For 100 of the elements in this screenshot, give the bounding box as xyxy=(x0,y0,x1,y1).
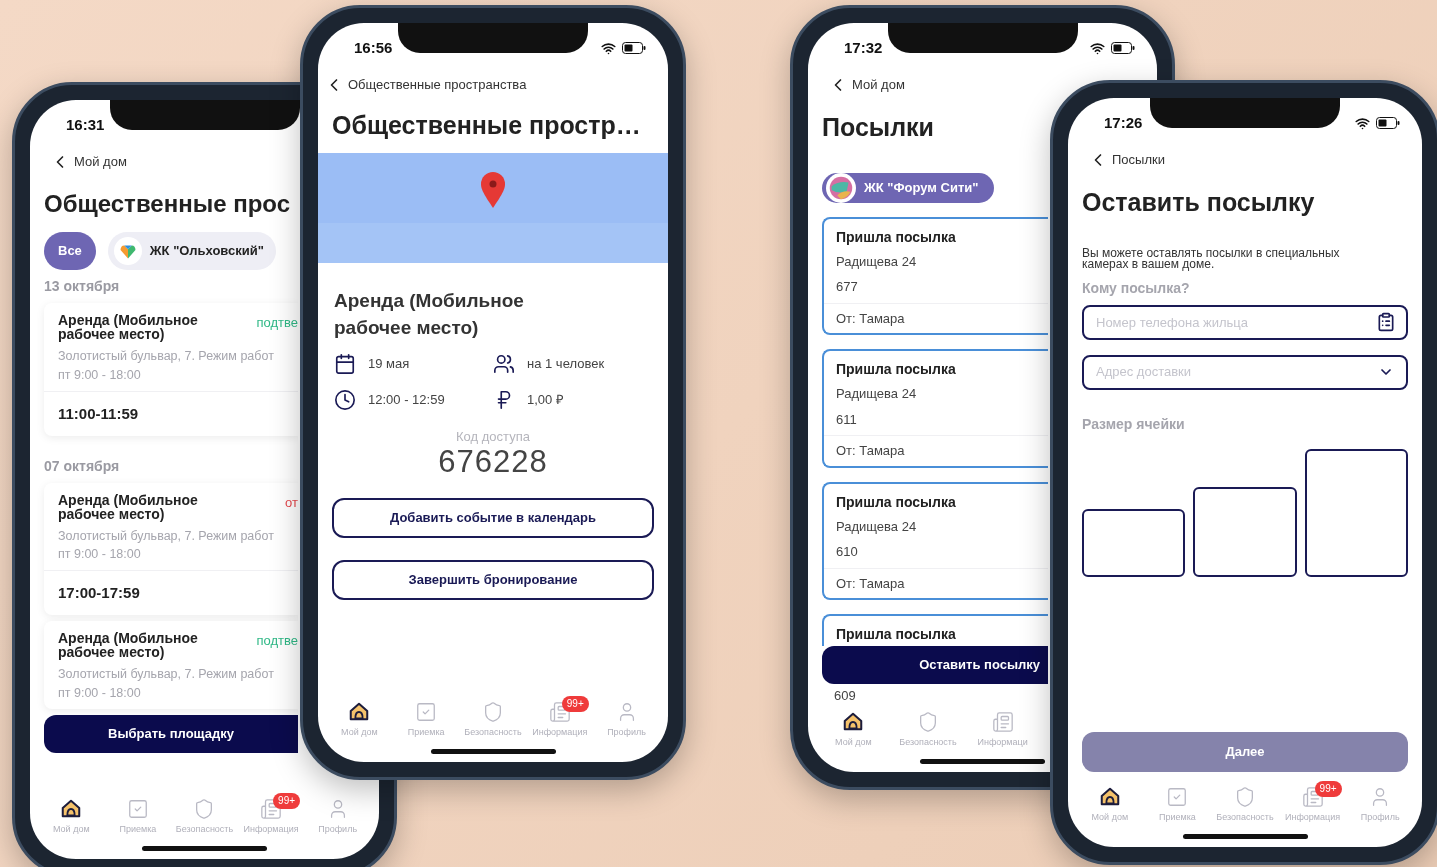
count-badge: 99+ xyxy=(1314,780,1342,797)
filter-chip[interactable]: ЖК "Ольховский" xyxy=(107,232,276,270)
count-badge: 99+ xyxy=(273,792,301,809)
recipient-label: Кому посылка? xyxy=(1082,278,1190,298)
parcel-address: Радищева 24 xyxy=(835,385,918,403)
booking-detail: на 1 человек xyxy=(527,354,605,373)
contact-icon[interactable] xyxy=(1376,311,1396,332)
nav-tab[interactable]: Информаци xyxy=(970,710,1035,749)
back-link[interactable]: Мой дом xyxy=(852,75,905,95)
parcel-number: 677 xyxy=(835,278,859,296)
parcel-address: Радищева 24 xyxy=(835,517,918,536)
status-time: 17:26 xyxy=(1104,112,1143,133)
parcel-title: Пришла посылка xyxy=(835,492,957,512)
parcel-title: Пришла посылка xyxy=(835,360,957,379)
nav-tab[interactable]: Приемка xyxy=(394,700,459,739)
access-code: 676228 xyxy=(438,446,548,478)
date-heading: 13 октября xyxy=(44,277,120,296)
back-link[interactable]: Общественные пространства xyxy=(348,75,527,95)
back-link[interactable]: Мой дом xyxy=(74,152,127,172)
battery-icon xyxy=(1111,42,1135,54)
outline-button[interactable]: Добавить событие в календарь xyxy=(332,498,654,538)
parcel-number: 611 xyxy=(835,410,858,429)
wifi-icon xyxy=(1355,115,1370,131)
count-badge: 99+ xyxy=(561,695,589,712)
booking-status: подтве xyxy=(256,314,298,332)
parcel-title: Пришла посылка xyxy=(835,227,957,247)
nav-tab[interactable]: Мой дом xyxy=(1077,785,1142,824)
nav-tab[interactable]: Безопасность xyxy=(896,710,960,749)
logo-icon xyxy=(113,237,142,265)
booking-hours: пт 9:00 - 18:00 xyxy=(58,684,141,702)
wifi-icon xyxy=(1090,40,1105,56)
time-slot: 11:00-11:59 xyxy=(58,404,139,422)
page-title: Общественные прос xyxy=(44,189,290,219)
code-label: Код доступа xyxy=(456,427,530,446)
people-icon xyxy=(493,352,515,375)
parcel-address: Радищева 24 xyxy=(835,252,918,271)
page-title: Оставить посылку xyxy=(1082,187,1316,218)
booking-title: Аренда (Мобильное рабочее место) xyxy=(58,313,199,341)
booking-card[interactable]: Аренда (Мобильное рабочее место) подтве Золотистый бульвар, 7. Режим работ пт 9:00 - 18:00 11:00-11:59 xyxy=(44,303,298,436)
complex-chip[interactable]: ЖК "Форум Сити" xyxy=(822,172,995,203)
clock-icon xyxy=(334,388,356,411)
nav-tab[interactable]: Безопасность xyxy=(461,700,525,739)
booking-card[interactable]: Аренда (Мобильное рабочее место) от Золотистый бульвар, 7. Режим работ пт 9:00 - 18:00 17:00-17:59 xyxy=(44,482,298,615)
booking-status: подтве xyxy=(256,632,298,650)
booking-address: Золотистый бульвар, 7. Режим работ xyxy=(58,527,274,545)
nav-tab[interactable]: Приемка xyxy=(1145,785,1210,824)
filter-chip[interactable]: Все xyxy=(44,232,96,270)
calendar-icon xyxy=(334,352,356,375)
parcel-sender: От: Тамара xyxy=(824,302,1048,333)
parcel-sender: От: Тамара xyxy=(824,567,1048,598)
size-label: Размер ячейки xyxy=(1082,414,1185,434)
parcel-sender: От: Тамара xyxy=(824,435,1048,466)
status-time: 16:56 xyxy=(354,37,393,58)
booking-hours: пт 9:00 - 18:00 xyxy=(58,546,141,564)
booking-title: Аренда (Мобильное рабочее место) xyxy=(58,631,199,659)
logo-icon xyxy=(826,172,856,203)
cell-size-option[interactable] xyxy=(1304,448,1408,577)
nav-tab[interactable]: Мой дом xyxy=(39,797,104,836)
booking-detail: 19 мая xyxy=(368,354,410,373)
wifi-icon xyxy=(601,40,616,56)
booking-title: Аренда (Мобильное рабочее место) xyxy=(333,288,525,340)
booking-address: Золотистый бульвар, 7. Режим работ xyxy=(58,348,274,365)
outline-button[interactable]: Завершить бронирование xyxy=(332,560,654,600)
status-time: 17:32 xyxy=(844,37,883,58)
description-text: Вы можете оставлять посылки в специальных камерах в вашем доме. xyxy=(1082,247,1341,270)
booking-card[interactable]: Аренда (Мобильное рабочее место) подтве Золотистый бульвар, 7. Режим работ пт 9:00 - 18:00 xyxy=(44,621,298,709)
parcel-title: Пришла посылка xyxy=(836,626,956,642)
parcel-card[interactable]: Пришла посылка Радищева 24 677 От: Тамара xyxy=(822,216,1048,335)
booking-address: Золотистый бульвар, 7. Режим работ xyxy=(58,666,274,683)
nav-tab[interactable]: Профиль xyxy=(594,700,659,739)
parcel-card[interactable]: Пришла посылка Радищева 24 610 От: Тамара xyxy=(822,481,1048,600)
battery-icon xyxy=(622,42,646,54)
cell-size-option[interactable] xyxy=(1082,508,1186,577)
nav-tab[interactable]: Мой дом xyxy=(327,700,392,739)
nav-tab[interactable]: Безопасность xyxy=(172,797,237,836)
booking-hours: пт 9:00 - 18:00 xyxy=(58,366,141,384)
phone-input[interactable]: Номер телефона жильца xyxy=(1082,304,1408,340)
time-slot: 17:00-17:59 xyxy=(58,584,140,601)
nav-tab[interactable]: Безопасность xyxy=(1213,785,1277,824)
parcel-card[interactable]: Пришла посылка Радищева 24 611 От: Тамара xyxy=(822,349,1048,468)
back-link[interactable]: Посылки xyxy=(1112,150,1165,170)
nav-tab[interactable]: Приемка xyxy=(105,797,170,836)
booking-title: Аренда (Мобильное рабочее место) xyxy=(58,492,199,521)
status-time: 16:31 xyxy=(66,114,105,135)
nav-tab[interactable]: Профиль xyxy=(1348,785,1413,824)
booking-detail: 1,00 ₽ xyxy=(527,390,564,409)
booking-detail: 12:00 - 12:59 xyxy=(368,390,445,409)
date-heading: 07 октября xyxy=(44,456,120,476)
leave-parcel-button[interactable]: Оставить посылку xyxy=(822,646,1048,684)
parcel-card[interactable]: Пришла посылка xyxy=(822,614,1048,646)
battery-icon xyxy=(1376,117,1400,129)
page-title: Посылки xyxy=(822,112,934,143)
parcel-number: 609 xyxy=(833,687,857,703)
booking-status: от xyxy=(285,493,298,512)
parcel-number: 610 xyxy=(835,543,859,561)
nav-tab[interactable]: Профиль xyxy=(305,797,370,836)
cell-size-option[interactable] xyxy=(1193,486,1297,577)
nav-tab[interactable]: Мой дом xyxy=(821,710,886,749)
choose-venue-button[interactable]: Выбрать площадку xyxy=(44,714,298,753)
page-title: Общественные простр… xyxy=(331,110,642,141)
